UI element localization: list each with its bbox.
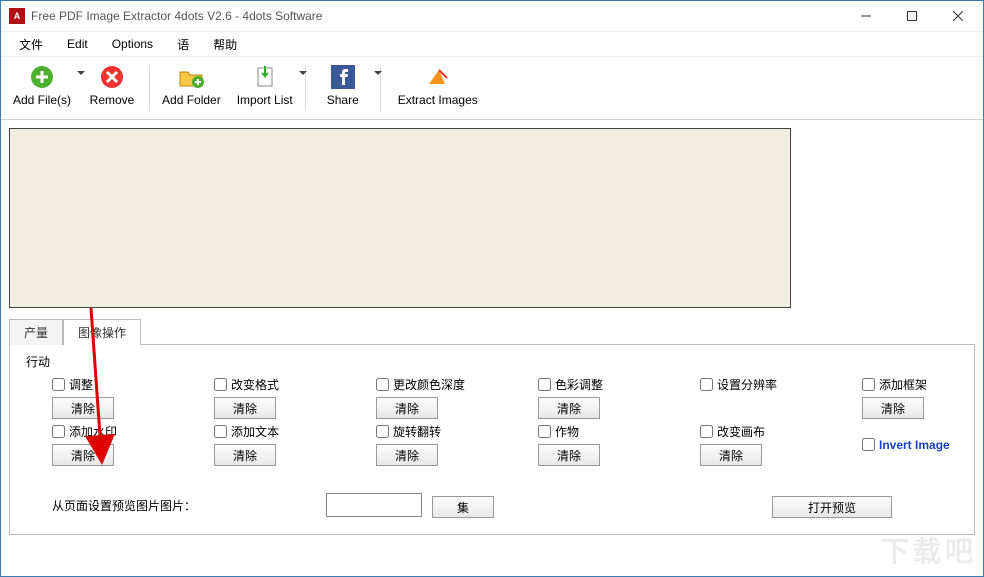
menu-edit[interactable]: Edit xyxy=(57,34,98,54)
facebook-icon xyxy=(329,63,357,91)
checkbox-watermark[interactable]: 添加水印 xyxy=(52,423,117,440)
open-preview-button[interactable]: 打开预览 xyxy=(772,496,892,518)
preview-row: 从页面设置预览图片图片： 集 打开预览 xyxy=(52,492,962,518)
folder-add-icon xyxy=(177,63,205,91)
preview-page-input[interactable] xyxy=(326,493,422,517)
tab-output[interactable]: 产量 xyxy=(9,319,63,345)
tab-strip: 产量 图像操作 xyxy=(9,318,975,344)
close-button[interactable] xyxy=(935,1,981,31)
clear-crop-button[interactable]: 清除 xyxy=(538,444,600,466)
checkbox-color-adjust[interactable]: 色彩调整 xyxy=(538,376,603,393)
tab-pane-image-operations: 行动 调整清除 改变格式清除 更改颜色深度清除 色彩调整清除 设置分辨率 添加框… xyxy=(9,344,975,535)
share-button[interactable]: Share xyxy=(310,61,376,117)
remove-button[interactable]: Remove xyxy=(79,61,145,117)
menu-help[interactable]: 帮助 xyxy=(203,33,247,56)
window-title: Free PDF Image Extractor 4dots V2.6 - 4d… xyxy=(31,9,843,23)
watermark: 下载吧 xyxy=(881,530,977,570)
app-window: A Free PDF Image Extractor 4dots V2.6 - … xyxy=(0,0,984,577)
checkbox-color-depth[interactable]: 更改颜色深度 xyxy=(376,376,465,393)
checkbox-resize[interactable]: 调整 xyxy=(52,376,93,393)
checkbox-add-frame[interactable]: 添加框架 xyxy=(862,376,927,393)
import-icon xyxy=(251,63,279,91)
clear-add-text-button[interactable]: 清除 xyxy=(214,444,276,466)
minimize-button[interactable] xyxy=(843,1,889,31)
group-title-actions: 行动 xyxy=(26,353,962,370)
extract-images-button[interactable]: Extract Images xyxy=(385,61,491,117)
menu-options[interactable]: Options xyxy=(102,34,163,54)
window-controls xyxy=(843,1,981,31)
maximize-button[interactable] xyxy=(889,1,935,31)
checkbox-change-format[interactable]: 改变格式 xyxy=(214,376,279,393)
clear-add-frame-button[interactable]: 清除 xyxy=(862,397,924,419)
clear-rotate-button[interactable]: 清除 xyxy=(376,444,438,466)
titlebar: A Free PDF Image Extractor 4dots V2.6 - … xyxy=(1,1,983,32)
checkbox-resolution[interactable]: 设置分辨率 xyxy=(700,376,777,393)
clear-change-format-button[interactable]: 清除 xyxy=(214,397,276,419)
clear-resize-button[interactable]: 清除 xyxy=(52,397,114,419)
dropdown-icon[interactable] xyxy=(374,71,382,79)
menu-language[interactable]: 语 xyxy=(167,33,199,56)
import-list-button[interactable]: Import List xyxy=(229,61,301,117)
actions-grid: 调整清除 改变格式清除 更改颜色深度清除 色彩调整清除 设置分辨率 添加框架清除… xyxy=(52,376,962,466)
toolbar: Add File(s) Remove Add Folder Import Lis… xyxy=(1,57,983,120)
add-icon xyxy=(28,63,56,91)
checkbox-crop[interactable]: 作物 xyxy=(538,423,579,440)
clear-color-depth-button[interactable]: 清除 xyxy=(376,397,438,419)
add-files-button[interactable]: Add File(s) xyxy=(5,61,79,117)
checkbox-invert-image[interactable]: Invert Image xyxy=(862,438,950,452)
content-area: 产量 图像操作 行动 调整清除 改变格式清除 更改颜色深度清除 色彩调整清除 设… xyxy=(1,120,983,577)
checkbox-canvas[interactable]: 改变画布 xyxy=(700,423,765,440)
set-button[interactable]: 集 xyxy=(432,496,494,518)
menu-file[interactable]: 文件 xyxy=(9,33,53,56)
remove-icon xyxy=(98,63,126,91)
menubar: 文件 Edit Options 语 帮助 xyxy=(1,32,983,57)
clear-color-adjust-button[interactable]: 清除 xyxy=(538,397,600,419)
app-icon: A xyxy=(9,8,25,24)
preview-label: 从页面设置预览图片图片： xyxy=(52,497,196,514)
add-folder-button[interactable]: Add Folder xyxy=(154,61,229,117)
clear-canvas-button[interactable]: 清除 xyxy=(700,444,762,466)
file-list-area[interactable] xyxy=(9,128,791,308)
clear-watermark-button[interactable]: 清除 xyxy=(52,444,114,466)
extract-icon xyxy=(424,63,452,91)
checkbox-rotate[interactable]: 旋转翻转 xyxy=(376,423,441,440)
separator xyxy=(149,65,150,111)
tab-image-operations[interactable]: 图像操作 xyxy=(63,319,141,345)
dropdown-icon[interactable] xyxy=(299,71,307,79)
checkbox-add-text[interactable]: 添加文本 xyxy=(214,423,279,440)
